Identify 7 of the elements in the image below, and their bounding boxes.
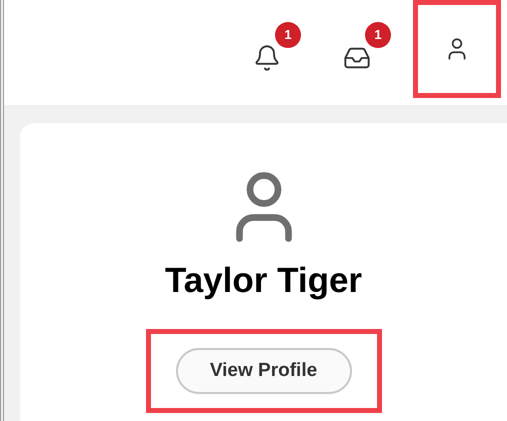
notification-count: 1 — [275, 22, 301, 48]
notifications-button[interactable]: 1 — [245, 22, 301, 80]
profile-name: Taylor Tiger — [164, 260, 362, 302]
inbox-button[interactable]: 1 — [335, 22, 391, 80]
view-profile-button[interactable]: View Profile — [176, 348, 352, 394]
bell-icon — [253, 44, 281, 72]
inbox-count: 1 — [365, 22, 391, 48]
